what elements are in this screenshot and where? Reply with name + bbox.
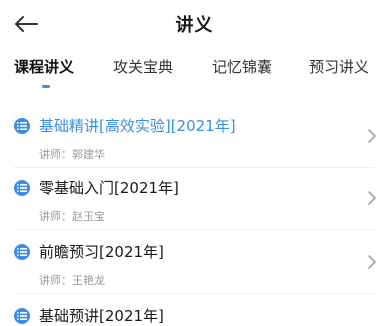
- chevron-right-icon: [368, 129, 376, 143]
- tab-attack-guide[interactable]: 攻关宝典: [113, 56, 173, 77]
- list-icon: [14, 180, 30, 196]
- row-divider: [14, 293, 375, 294]
- lecture-title: 基础预讲[2021年]: [39, 307, 164, 325]
- tab-memory-tips[interactable]: 记忆锦囊: [212, 56, 272, 77]
- lecture-row[interactable]: 基础精讲[高效实验][2021年] 讲师：郭建华: [0, 106, 389, 168]
- lecture-row[interactable]: 零基础入门[2021年] 讲师：赵玉宝: [0, 168, 389, 230]
- list-icon: [14, 244, 30, 260]
- lecture-title: 零基础入门[2021年]: [39, 179, 179, 197]
- lecture-teacher: 讲师：郭建华: [39, 148, 105, 161]
- list-icon: [14, 118, 30, 134]
- tab-preview-handouts[interactable]: 预习讲义: [309, 56, 369, 77]
- lecture-teacher: 讲师：王艳龙: [39, 274, 105, 287]
- tab-course-handouts[interactable]: 课程讲义: [14, 56, 74, 77]
- lecture-title: 前瞻预习[2021年]: [39, 243, 164, 261]
- lecture-row[interactable]: 基础预讲[2021年]: [0, 296, 389, 325]
- chevron-right-icon: [368, 191, 376, 205]
- row-divider: [14, 229, 375, 230]
- header-bar: 讲义: [0, 0, 389, 50]
- chevron-right-icon: [368, 255, 376, 269]
- lecture-row[interactable]: 前瞻预习[2021年] 讲师：王艳龙: [0, 232, 389, 294]
- page-title: 讲义: [175, 15, 214, 36]
- lecture-teacher: 讲师：赵玉宝: [39, 210, 105, 223]
- active-tab-indicator: [42, 85, 50, 88]
- lecture-title: 基础精讲[高效实验][2021年]: [39, 117, 236, 135]
- list-icon: [14, 308, 30, 324]
- tab-bar: 课程讲义 攻关宝典 记忆锦囊 预习讲义: [0, 52, 389, 96]
